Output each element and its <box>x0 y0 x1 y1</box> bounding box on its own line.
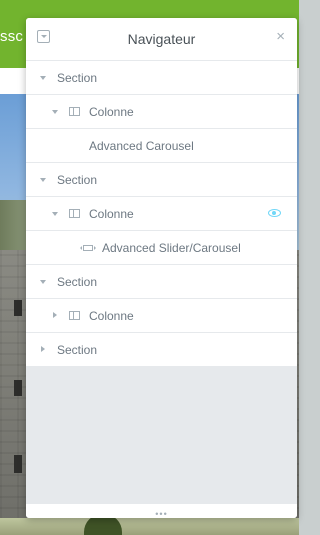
caret-right-icon[interactable] <box>41 346 45 352</box>
caret-down-icon[interactable] <box>40 76 46 80</box>
caret-right-icon[interactable] <box>53 312 57 318</box>
tree-item-column[interactable]: Colonne <box>26 197 297 231</box>
castle-window <box>14 300 22 316</box>
castle-window <box>14 380 22 396</box>
tree-item-section[interactable]: Section <box>26 333 297 367</box>
eye-icon[interactable] <box>268 209 281 217</box>
tree-item-label: Section <box>57 173 98 187</box>
tree-item-column[interactable]: Colonne <box>26 95 297 129</box>
tree-item-section[interactable]: Section <box>26 61 297 95</box>
caret-down-icon[interactable] <box>40 280 46 284</box>
tree-item-section[interactable]: Section <box>26 265 297 299</box>
resize-dots-icon: ••• <box>155 509 168 518</box>
tree-item-label: Colonne <box>89 105 134 119</box>
site-header-text: ssc <box>0 28 24 45</box>
navigator-title: Navigateur <box>127 31 196 47</box>
caret-down-icon[interactable] <box>40 178 46 182</box>
tree-item-label: Colonne <box>89 207 134 221</box>
tree-item-widget[interactable]: Advanced Slider/Carousel <box>26 231 297 265</box>
navigator-header[interactable]: Navigateur × <box>26 18 297 61</box>
tree-item-label: Advanced Carousel <box>89 139 194 153</box>
column-icon <box>69 311 80 320</box>
castle-window <box>14 455 22 473</box>
tree-item-widget[interactable]: Advanced Carousel <box>26 129 297 163</box>
background-grass <box>0 518 299 535</box>
tree-item-label: Colonne <box>89 309 134 323</box>
tree-item-section[interactable]: Section <box>26 163 297 197</box>
tree-item-label: Section <box>57 275 98 289</box>
navigator-tree: Section Colonne Advanced Carousel Sectio… <box>26 61 297 367</box>
tree-item-label: Advanced Slider/Carousel <box>102 241 241 255</box>
tree-item-label: Section <box>57 71 98 85</box>
close-icon[interactable]: × <box>276 29 285 44</box>
caret-down-icon[interactable] <box>52 110 58 114</box>
slider-icon <box>80 245 96 251</box>
column-icon <box>69 107 80 116</box>
column-icon <box>69 209 80 218</box>
navigator-panel: Navigateur × Section Colonne Advanced Ca… <box>26 18 297 518</box>
caret-down-icon[interactable] <box>52 212 58 216</box>
tree-item-column[interactable]: Colonne <box>26 299 297 333</box>
navigator-resize-handle[interactable]: ••• <box>26 503 297 518</box>
tree-item-label: Section <box>57 343 98 357</box>
